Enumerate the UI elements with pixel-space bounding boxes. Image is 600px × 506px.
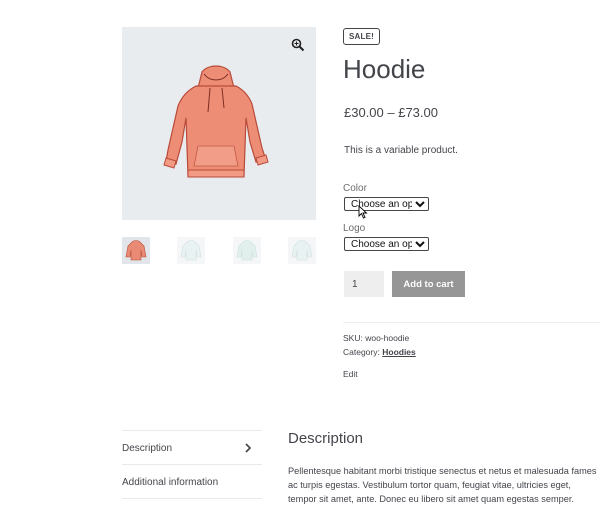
- logo-label: Logo: [343, 223, 366, 234]
- hoodie-thumbnail-image: [291, 240, 313, 261]
- tab-divider: [122, 430, 262, 431]
- sku-value: woo-hoodie: [365, 333, 410, 343]
- zoom-icon[interactable]: [291, 38, 305, 52]
- description-heading: Description: [288, 430, 364, 447]
- category-row: Category: Hoodies: [343, 347, 416, 357]
- chevron-right-icon: [245, 443, 252, 453]
- color-label: Color: [343, 183, 367, 194]
- hoodie-illustration: [163, 65, 269, 178]
- edit-link[interactable]: Edit: [343, 369, 358, 379]
- product-price: £30.00 – £73.00: [344, 105, 438, 120]
- description-body: Pellentesque habitant morbi tristique se…: [288, 466, 597, 504]
- tab-additional-information[interactable]: Additional information: [122, 477, 262, 488]
- summary-divider: [343, 322, 600, 323]
- sale-badge: SALE!: [343, 28, 380, 45]
- product-short-description: This is a variable product.: [344, 145, 458, 156]
- sku-label: SKU:: [343, 333, 363, 343]
- gallery-thumbnail[interactable]: [177, 237, 205, 264]
- hoodie-thumbnail-image: [236, 240, 258, 261]
- add-to-cart-button[interactable]: Add to cart: [392, 271, 465, 297]
- mouse-cursor-icon: [358, 205, 368, 219]
- hoodie-thumbnail-image: [180, 240, 202, 261]
- product-title: Hoodie: [343, 54, 426, 84]
- gallery-thumbnail[interactable]: [288, 237, 316, 264]
- quantity-input[interactable]: [344, 271, 384, 297]
- gallery-thumbnail[interactable]: [233, 237, 261, 264]
- category-label: Category:: [343, 347, 380, 357]
- color-select[interactable]: Choose an option: [344, 197, 429, 211]
- tab-divider: [122, 498, 262, 499]
- tab-divider: [122, 464, 262, 465]
- category-link[interactable]: Hoodies: [382, 347, 416, 357]
- tab-description[interactable]: Description: [122, 443, 262, 454]
- sku-row: SKU: woo-hoodie: [343, 333, 409, 343]
- gallery-thumbnail[interactable]: [122, 237, 150, 264]
- logo-select[interactable]: Choose an option: [344, 237, 429, 251]
- hoodie-thumbnail-image: [125, 240, 147, 261]
